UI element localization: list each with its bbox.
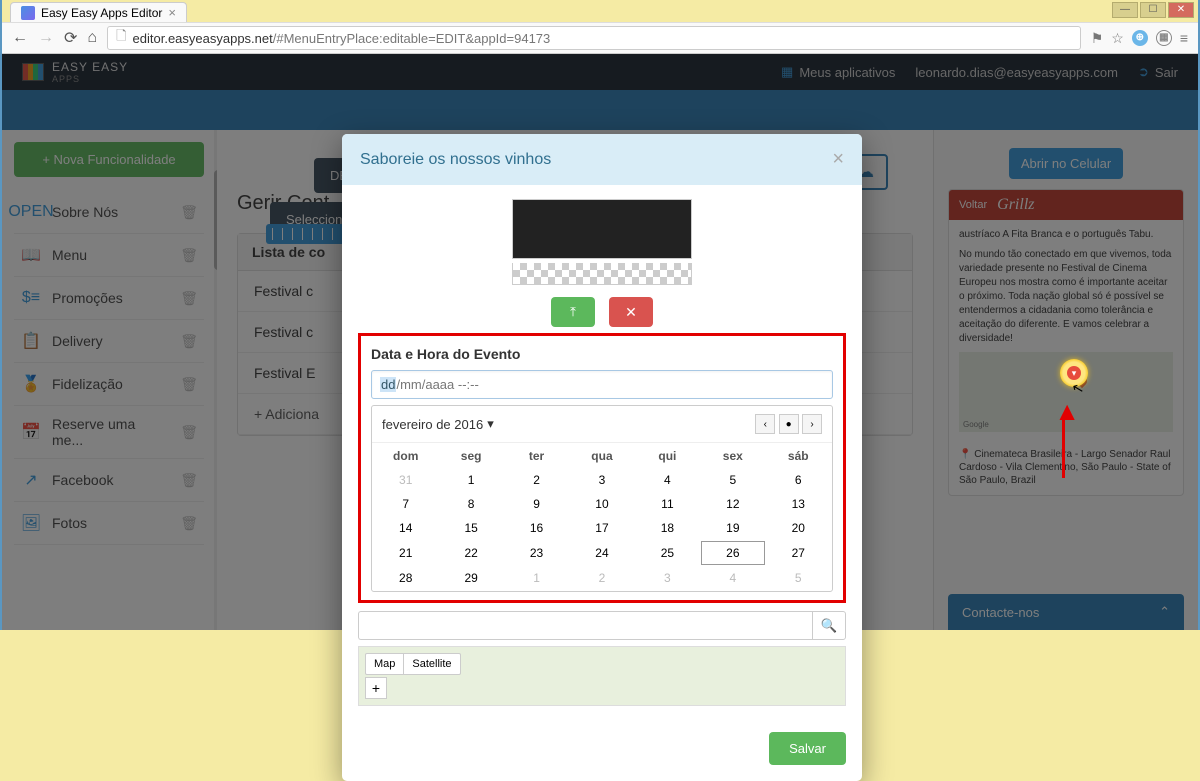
calendar-day[interactable]: 12 (701, 493, 764, 515)
calendar-day[interactable]: 25 (636, 541, 699, 565)
calendar-dow: qui (636, 445, 699, 467)
calendar-day[interactable]: 13 (767, 493, 830, 515)
calendar-next-button[interactable]: › (802, 414, 822, 434)
calendar-day[interactable]: 9 (505, 493, 568, 515)
forward-button: → (38, 29, 54, 47)
modal-header: Saboreie os nossos vinhos × (342, 134, 862, 185)
calendar-dow: dom (374, 445, 437, 467)
date-dd-selected: dd (380, 377, 396, 392)
calendar-day[interactable]: 27 (767, 541, 830, 565)
map-zoom-in-button[interactable]: + (365, 677, 387, 699)
calendar-day[interactable]: 21 (374, 541, 437, 565)
calendar-day[interactable]: 8 (439, 493, 502, 515)
datetime-field-highlight: Data e Hora do Evento dd/mm/aaaa --:-- ▲… (358, 333, 846, 603)
calendar-day[interactable]: 10 (570, 493, 633, 515)
calendar-day[interactable]: 23 (505, 541, 568, 565)
browser-toolbar: ← → ⟳ ⌂ 🗋 editor.easyeasyapps.net/#MenuE… (2, 22, 1198, 54)
calendar-day[interactable]: 3 (636, 567, 699, 589)
calendar-day[interactable]: 29 (439, 567, 502, 589)
delete-image-button[interactable]: ✕ (609, 297, 653, 327)
tab-title: Easy Easy Apps Editor (41, 6, 162, 20)
location-search-button[interactable]: 🔍 (812, 611, 846, 640)
calendar-day[interactable]: 2 (505, 469, 568, 491)
calendar-day[interactable]: 14 (374, 517, 437, 539)
bookmark-hint-icon[interactable]: ⚑ (1091, 30, 1104, 47)
calendar-grid: domsegterquaquisexsáb 311234567891011121… (372, 442, 832, 591)
calendar-day[interactable]: 5 (767, 567, 830, 589)
url-host: editor.easyeasyapps.net (133, 31, 273, 46)
calendar-day[interactable]: 2 (570, 567, 633, 589)
caret-down-icon: ▾ (487, 416, 494, 432)
calendar-dow: seg (439, 445, 502, 467)
modal: Saboreie os nossos vinhos × ⤒ ✕ Data e H… (342, 134, 862, 781)
calendar-day[interactable]: 26 (701, 541, 764, 565)
calendar-day[interactable]: 3 (570, 469, 633, 491)
calendar-day[interactable]: 19 (701, 517, 764, 539)
favicon-icon (21, 6, 35, 20)
calendar-dow: sex (701, 445, 764, 467)
extension-icons: ⚑ ☆ ⊕ ▦ ≡ (1091, 30, 1188, 47)
calendar-day[interactable]: 4 (701, 567, 764, 589)
tab-close-icon[interactable]: × (168, 5, 176, 20)
calendar-day[interactable]: 28 (374, 567, 437, 589)
location-map[interactable]: Map Satellite + (358, 646, 846, 706)
calendar-day[interactable]: 20 (767, 517, 830, 539)
browser-tabstrip: Easy Easy Apps Editor × (2, 0, 1198, 22)
upload-image-button[interactable]: ⤒ (551, 297, 595, 327)
calendar-today-button[interactable]: ● (779, 414, 799, 434)
back-button[interactable]: ← (12, 29, 28, 47)
calendar-day[interactable]: 16 (505, 517, 568, 539)
save-button[interactable]: Salvar (769, 732, 846, 765)
chevron-down-icon: ▾ (1067, 366, 1081, 380)
image-preview (512, 199, 692, 259)
reload-button[interactable]: ⟳ (64, 28, 77, 48)
calendar-dow: ter (505, 445, 568, 467)
annotation-arrow-icon: ▲ (1054, 396, 1080, 427)
url-path: /#MenuEntryPlace:editable=EDIT&appId=941… (273, 31, 551, 46)
calendar-day[interactable]: 15 (439, 517, 502, 539)
datetime-label: Data e Hora do Evento (371, 346, 833, 362)
calendar-popup: fevereiro de 2016 ▾ ‹ ● › domsegterquaqu… (371, 405, 833, 592)
ext-icon-1[interactable]: ⊕ (1132, 30, 1148, 46)
page-icon: 🗋 (116, 27, 126, 49)
calendar-day[interactable]: 22 (439, 541, 502, 565)
calendar-day[interactable]: 5 (701, 469, 764, 491)
browser-tab[interactable]: Easy Easy Apps Editor × (10, 2, 187, 22)
app-root: EASY EASY APPS ▦Meus aplicativos leonard… (2, 54, 1198, 630)
ext-icon-2[interactable]: ▦ (1156, 30, 1172, 46)
map-tab-satellite[interactable]: Satellite (404, 654, 459, 674)
image-transparency-bg (512, 263, 692, 285)
calendar-day[interactable]: 11 (636, 493, 699, 515)
home-button[interactable]: ⌂ (87, 29, 97, 47)
calendar-day[interactable]: 7 (374, 493, 437, 515)
calendar-day[interactable]: 18 (636, 517, 699, 539)
star-icon[interactable]: ☆ (1111, 30, 1124, 47)
modal-close-icon[interactable]: × (832, 148, 844, 171)
calendar-day[interactable]: 24 (570, 541, 633, 565)
calendar-day[interactable]: 31 (374, 469, 437, 491)
window-controls[interactable]: —☐✕ (1112, 2, 1194, 18)
calendar-day[interactable]: 4 (636, 469, 699, 491)
calendar-day[interactable]: 1 (505, 567, 568, 589)
location-input[interactable] (358, 611, 812, 640)
calendar-dow: qua (570, 445, 633, 467)
calendar-dow: sáb (767, 445, 830, 467)
modal-title: Saboreie os nossos vinhos (360, 151, 551, 169)
map-type-tabs[interactable]: Map Satellite (365, 653, 461, 675)
date-rest: /mm/aaaa --:-- (396, 377, 478, 392)
menu-icon[interactable]: ≡ (1180, 30, 1188, 47)
address-bar[interactable]: 🗋 editor.easyeasyapps.net/#MenuEntryPlac… (107, 26, 1081, 50)
calendar-day[interactable]: 6 (767, 469, 830, 491)
location-search: 🔍 (358, 611, 846, 640)
calendar-prev-button[interactable]: ‹ (755, 414, 775, 434)
map-tab-map[interactable]: Map (366, 654, 404, 674)
calendar-month-select[interactable]: fevereiro de 2016 ▾ (382, 416, 494, 432)
datetime-input[interactable]: dd/mm/aaaa --:-- (371, 370, 833, 399)
calendar-day[interactable]: 1 (439, 469, 502, 491)
calendar-day[interactable]: 17 (570, 517, 633, 539)
